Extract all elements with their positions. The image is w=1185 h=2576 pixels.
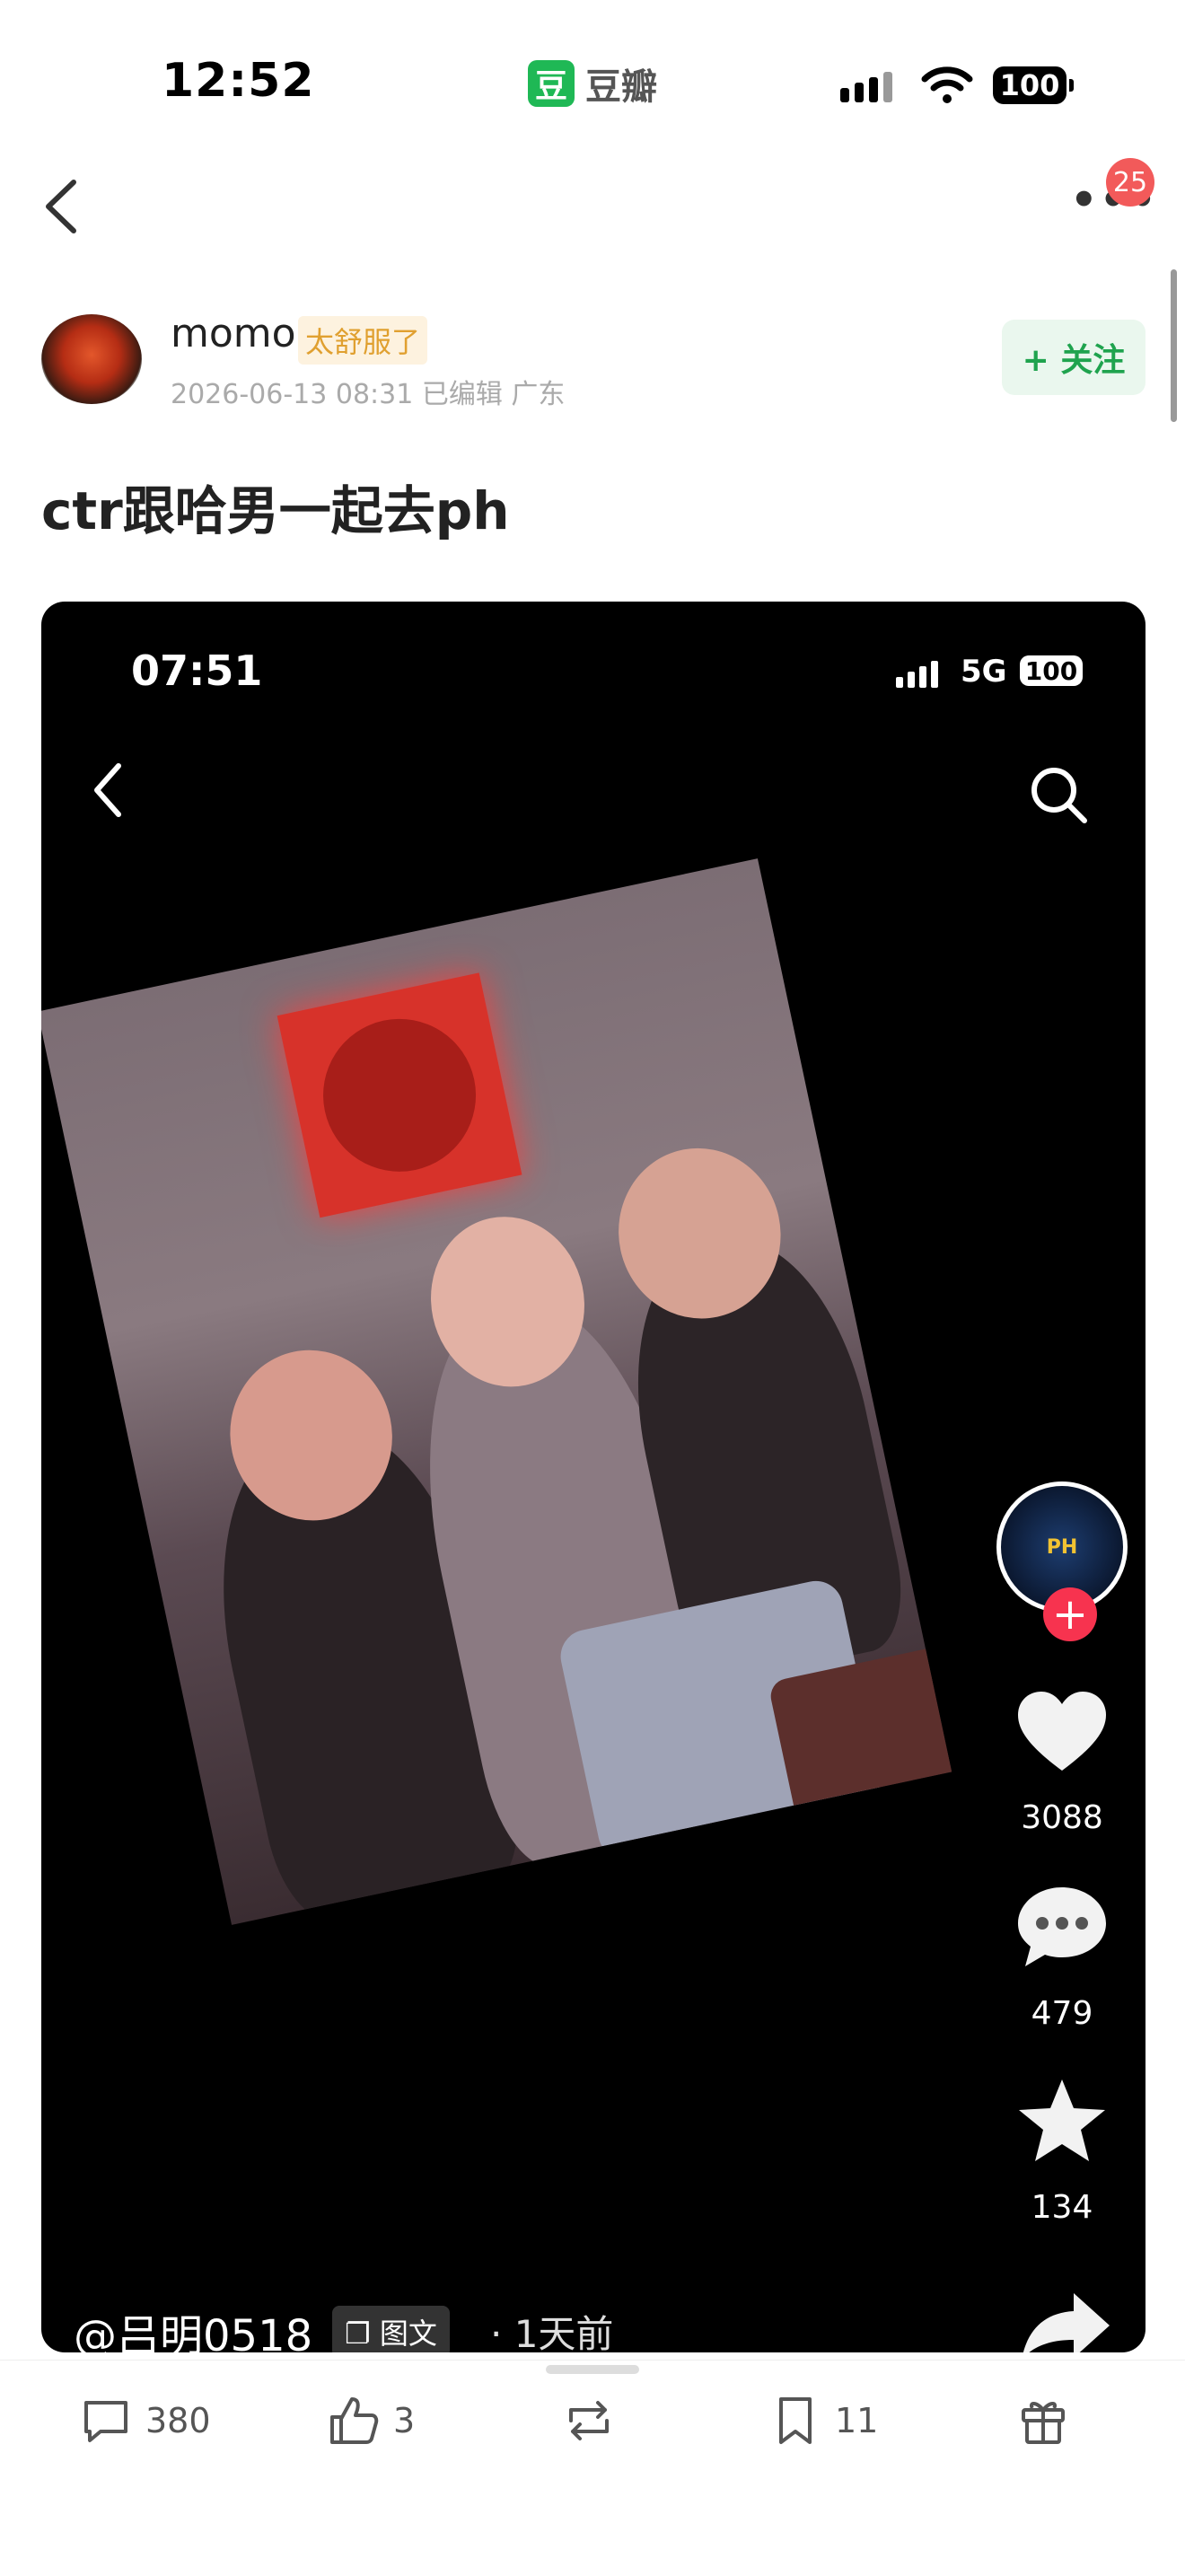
author-tag: 太舒服了 [298, 316, 428, 365]
bookmark-button[interactable]: 11 [768, 2394, 878, 2448]
app-indicator: 豆 豆瓣 [528, 57, 657, 110]
post-title: ctr跟哈男一起去ph [41, 480, 510, 541]
signal-icon [840, 66, 892, 102]
creator-username: @吕明0518 [74, 2311, 313, 2352]
embedded-back-icon [94, 763, 121, 817]
embedded-status-time: 07:51 [131, 646, 263, 695]
wifi-icon [921, 66, 973, 103]
image-post-icon: ❐ [345, 2317, 380, 2351]
embedded-battery-icon: 100 [1020, 655, 1083, 686]
thumbs-up-icon [330, 2397, 379, 2444]
bottom-action-bar [0, 2360, 1185, 2576]
comment-outline-icon [84, 2401, 127, 2442]
follow-button[interactable]: + 关注 [1002, 320, 1146, 395]
wall-art [276, 972, 522, 1218]
comment-button[interactable]: 380 [79, 2394, 211, 2448]
embedded-signal-icon [896, 659, 938, 688]
heart-icon [1018, 1692, 1106, 1771]
comment-count: 479 [1031, 1995, 1093, 2032]
scrollbar[interactable] [1171, 269, 1177, 422]
battery-icon: 100 [993, 66, 1074, 104]
bookmark-count-label: 11 [835, 2401, 879, 2440]
group-photo [41, 858, 952, 1925]
drag-handle[interactable] [546, 2365, 639, 2374]
author-name[interactable]: momo [171, 311, 296, 356]
favorite-count: 134 [1031, 2189, 1093, 2226]
douban-logo-icon: 豆 [528, 60, 575, 107]
post-type-badge: ❐ 图文 [332, 2306, 450, 2352]
status-time: 12:52 [162, 54, 315, 108]
embedded-search-icon [1031, 768, 1087, 823]
app-name: 豆瓣 [585, 66, 657, 108]
bookmark-icon [779, 2397, 812, 2444]
post-image[interactable]: 07:51 5G 100 PH + 3088 479 134 @吕明0518 ❐… [41, 602, 1146, 2352]
repost-button[interactable] [562, 2394, 628, 2448]
gift-button[interactable] [1016, 2394, 1070, 2448]
post-age: · 1天前 [490, 2312, 614, 2352]
notification-badge: 25 [1106, 158, 1154, 207]
embedded-network: 5G [961, 654, 1007, 690]
share-icon [1023, 2293, 1110, 2352]
back-icon[interactable] [38, 175, 92, 238]
comment-count-label: 380 [145, 2401, 211, 2440]
like-count: 3088 [1021, 1799, 1103, 1836]
post-type-label: 图文 [379, 2317, 437, 2351]
like-button[interactable]: 3 [327, 2394, 415, 2448]
post-meta: 2026-06-13 08:31 已编辑 广东 [171, 379, 566, 410]
like-count-label: 3 [393, 2401, 416, 2440]
comment-icon [1018, 1887, 1106, 1966]
author-avatar[interactable] [41, 314, 142, 404]
follow-plus-icon: + [1043, 1587, 1097, 1641]
repost-icon [569, 2401, 609, 2440]
star-icon [1019, 2079, 1105, 2161]
gift-icon [1022, 2402, 1065, 2444]
